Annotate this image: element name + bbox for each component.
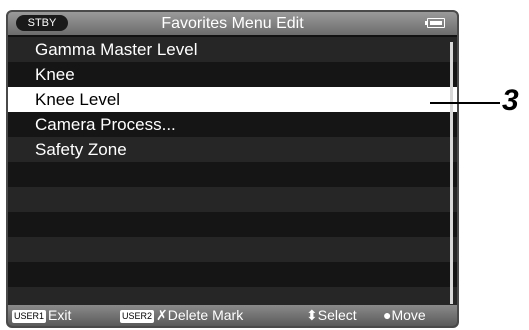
move-hint[interactable]: ●Move (383, 305, 426, 326)
exit-hint[interactable]: USER1 Exit (12, 305, 71, 326)
page-title: Favorites Menu Edit (161, 15, 304, 32)
list-item[interactable]: Safety Zone (8, 137, 457, 162)
list-item-empty (8, 237, 457, 262)
list-item-selected[interactable]: Knee Level (8, 87, 457, 112)
list-item[interactable]: Camera Process... (8, 112, 457, 137)
title-bar: STBY Favorites Menu Edit (8, 12, 457, 35)
list-item-empty (8, 162, 457, 187)
list-item-empty (8, 187, 457, 212)
user1-button-icon: USER1 (12, 310, 47, 323)
delete-mark-label: ✗Delete Mark (156, 307, 244, 323)
list-item[interactable]: Gamma Master Level (8, 37, 457, 62)
list-item-empty (8, 212, 457, 237)
list-item-empty (8, 262, 457, 287)
scrollbar[interactable] (450, 42, 453, 304)
select-hint[interactable]: ⬍Select (306, 305, 357, 326)
footer-bar: USER1 Exit USER2 ✗Delete Mark ⬍Select ●Mov… (8, 305, 457, 326)
user2-button-icon: USER2 (120, 310, 155, 323)
delete-mark-hint[interactable]: USER2 ✗Delete Mark (120, 305, 243, 326)
callout-line (430, 102, 500, 104)
list-item[interactable]: Knee (8, 62, 457, 87)
camera-menu-screen: STBY Favorites Menu Edit Gamma Master Le… (6, 10, 459, 328)
exit-label: Exit (48, 307, 72, 323)
callout-number: 3 (502, 84, 519, 117)
favorites-list: Gamma Master Level Knee Knee Level Camer… (8, 37, 457, 312)
battery-icon (425, 18, 445, 28)
